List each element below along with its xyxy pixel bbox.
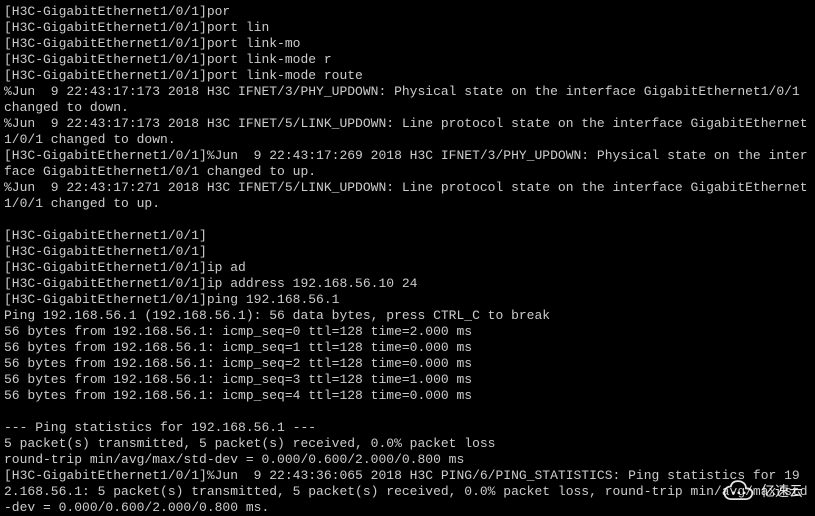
watermark: 亿速云 <box>719 479 803 503</box>
terminal-line: [H3C-GigabitEthernet1/0/1]port link-mode… <box>4 52 811 68</box>
terminal-line: [H3C-GigabitEthernet1/0/1]port link-mo <box>4 36 811 52</box>
terminal-line: [H3C-GigabitEthernet1/0/1]ping 192.168.5… <box>4 292 811 308</box>
terminal-line: %Jun 9 22:43:17:271 2018 H3C IFNET/5/LIN… <box>4 180 811 212</box>
terminal-output[interactable]: [H3C-GigabitEthernet1/0/1]por[H3C-Gigabi… <box>4 4 811 516</box>
terminal-line <box>4 212 811 228</box>
terminal-line <box>4 404 811 420</box>
terminal-line: 5 packet(s) transmitted, 5 packet(s) rec… <box>4 436 811 452</box>
terminal-line: [H3C-GigabitEthernet1/0/1]por <box>4 4 811 20</box>
terminal-line: 56 bytes from 192.168.56.1: icmp_seq=3 t… <box>4 372 811 388</box>
terminal-line: round-trip min/avg/max/std-dev = 0.000/0… <box>4 452 811 468</box>
terminal-line: [H3C-GigabitEthernet1/0/1] <box>4 244 811 260</box>
terminal-line: %Jun 9 22:43:17:173 2018 H3C IFNET/3/PHY… <box>4 84 811 116</box>
terminal-line: [H3C-GigabitEthernet1/0/1] <box>4 228 811 244</box>
terminal-line: [H3C-GigabitEthernet1/0/1]%Jun 9 22:43:1… <box>4 148 811 180</box>
terminal-line: --- Ping statistics for 192.168.56.1 --- <box>4 420 811 436</box>
watermark-text: 亿速云 <box>761 483 803 499</box>
terminal-line: 56 bytes from 192.168.56.1: icmp_seq=0 t… <box>4 324 811 340</box>
terminal-line: 56 bytes from 192.168.56.1: icmp_seq=4 t… <box>4 388 811 404</box>
terminal-line: [H3C-GigabitEthernet1/0/1]port link-mode… <box>4 68 811 84</box>
terminal-line: 56 bytes from 192.168.56.1: icmp_seq=1 t… <box>4 340 811 356</box>
cloud-icon <box>719 479 755 503</box>
terminal-line: %Jun 9 22:43:17:173 2018 H3C IFNET/5/LIN… <box>4 116 811 148</box>
terminal-line: 56 bytes from 192.168.56.1: icmp_seq=2 t… <box>4 356 811 372</box>
terminal-line: [H3C-GigabitEthernet1/0/1]ip address 192… <box>4 276 811 292</box>
terminal-line: [H3C-GigabitEthernet1/0/1]%Jun 9 22:43:3… <box>4 468 811 516</box>
terminal-line: [H3C-GigabitEthernet1/0/1]ip ad <box>4 260 811 276</box>
terminal-line: [H3C-GigabitEthernet1/0/1]port lin <box>4 20 811 36</box>
terminal-line: Ping 192.168.56.1 (192.168.56.1): 56 dat… <box>4 308 811 324</box>
